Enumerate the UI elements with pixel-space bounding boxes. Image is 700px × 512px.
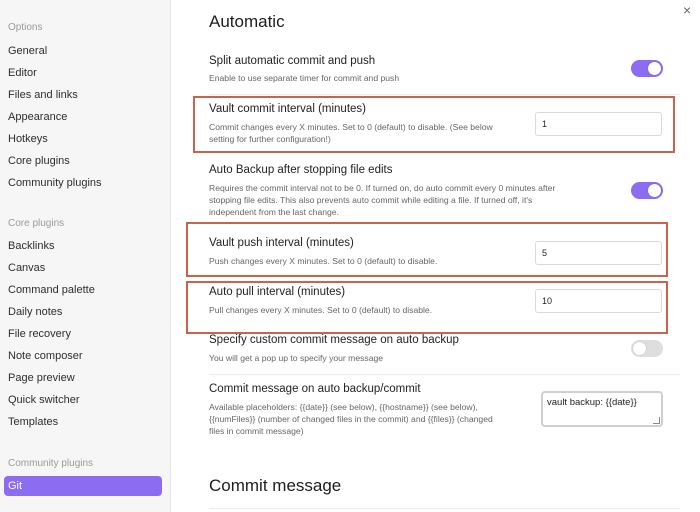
auto-backup-after-edits-toggle[interactable] bbox=[631, 182, 663, 199]
setting-desc-line-2: {{numFiles}} (number of changed files in… bbox=[209, 414, 493, 424]
sidebar-item-files-and-links[interactable]: Files and links bbox=[4, 85, 162, 105]
sidebar-item-page-preview[interactable]: Page preview bbox=[4, 368, 162, 388]
sidebar-item-git[interactable]: Git bbox=[4, 476, 162, 496]
setting-desc-line-1: Available placeholders: {{date}} (see be… bbox=[209, 402, 478, 412]
setting-desc: You will get a pop up to specify your me… bbox=[209, 353, 384, 363]
resize-handle-icon[interactable] bbox=[653, 417, 660, 424]
sidebar-item-appearance[interactable]: Appearance bbox=[4, 107, 162, 127]
setting-desc-line-2: stopping file edits. This also prevents … bbox=[209, 195, 533, 205]
sidebar-item-community-plugins[interactable]: Community plugins bbox=[4, 173, 162, 193]
setting-name: Commit message on auto backup/commit bbox=[209, 383, 421, 395]
commit-message-textarea[interactable]: vault backup: {{date}} bbox=[541, 391, 663, 427]
section-title-commit-message: Commit message bbox=[209, 476, 342, 495]
options-group-title: Options bbox=[8, 22, 43, 33]
sidebar-item-command-palette[interactable]: Command palette bbox=[4, 280, 162, 300]
setting-name: Split automatic commit and push bbox=[209, 55, 376, 67]
sidebar-item-backlinks[interactable]: Backlinks bbox=[4, 236, 162, 256]
toggle-knob bbox=[633, 342, 646, 355]
divider bbox=[209, 508, 680, 509]
setting-desc-line-1: Requires the commit interval not to be 0… bbox=[209, 183, 556, 193]
highlight-pull-interval bbox=[186, 281, 668, 334]
divider bbox=[209, 374, 680, 375]
sidebar-item-hotkeys[interactable]: Hotkeys bbox=[4, 129, 162, 149]
setting-name: Specify custom commit message on auto ba… bbox=[209, 334, 459, 346]
section-title-automatic: Automatic bbox=[209, 12, 285, 31]
custom-commit-message-toggle[interactable] bbox=[631, 340, 663, 357]
sidebar-item-editor[interactable]: Editor bbox=[4, 63, 162, 83]
close-icon[interactable]: × bbox=[683, 3, 691, 17]
sidebar-item-core-plugins[interactable]: Core plugins bbox=[4, 151, 162, 171]
setting-name: Auto Backup after stopping file edits bbox=[209, 164, 393, 176]
setting-split-commit-push: Split automatic commit and push Enable t… bbox=[209, 55, 689, 91]
setting-auto-backup-after-edits: Auto Backup after stopping file edits Re… bbox=[209, 164, 689, 220]
split-commit-push-toggle[interactable] bbox=[631, 60, 663, 77]
sidebar-item-daily-notes[interactable]: Daily notes bbox=[4, 302, 162, 322]
setting-desc-line-3: independent from the last change. bbox=[209, 207, 339, 217]
settings-sidebar: Options General Editor Files and links A… bbox=[0, 0, 171, 512]
highlight-push-interval bbox=[186, 222, 668, 277]
sidebar-item-general[interactable]: General bbox=[4, 41, 162, 61]
sidebar-item-file-recovery[interactable]: File recovery bbox=[4, 324, 162, 344]
core-plugins-group-title: Core plugins bbox=[8, 218, 65, 229]
setting-custom-commit-message: Specify custom commit message on auto ba… bbox=[209, 334, 689, 366]
toggle-knob bbox=[648, 184, 661, 197]
highlight-commit-interval bbox=[193, 96, 675, 153]
toggle-knob bbox=[648, 62, 661, 75]
setting-desc-line-3: files in commit message) bbox=[209, 426, 304, 436]
sidebar-item-templates[interactable]: Templates bbox=[4, 412, 162, 432]
sidebar-item-note-composer[interactable]: Note composer bbox=[4, 346, 162, 366]
divider bbox=[209, 94, 680, 95]
community-plugins-group-title: Community plugins bbox=[8, 458, 94, 469]
sidebar-item-canvas[interactable]: Canvas bbox=[4, 258, 162, 278]
commit-message-value: vault backup: {{date}} bbox=[547, 397, 637, 408]
sidebar-item-quick-switcher[interactable]: Quick switcher bbox=[4, 390, 162, 410]
setting-desc: Enable to use separate timer for commit … bbox=[209, 73, 400, 83]
